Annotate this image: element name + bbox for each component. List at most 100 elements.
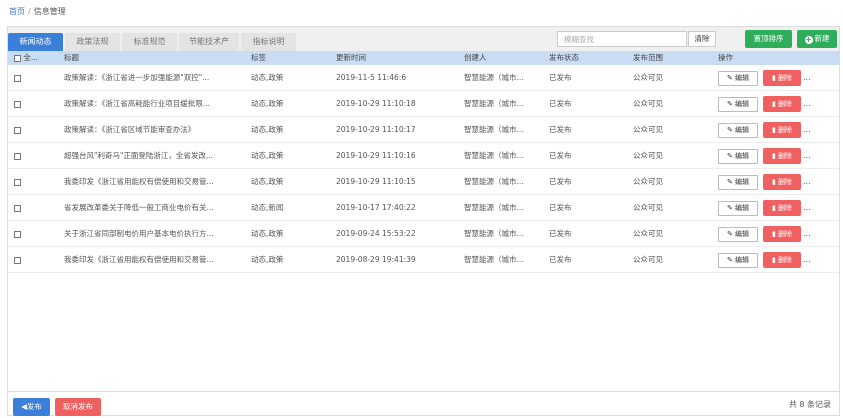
tab-policies[interactable]: 政策法规 bbox=[65, 33, 120, 51]
breadcrumb: 首页 / 信息管理 bbox=[9, 6, 66, 17]
delete-button[interactable]: ▮ 删除 bbox=[763, 252, 801, 268]
row-title[interactable]: 省发展改革委关于降低一般工商业电价有关... bbox=[64, 195, 246, 221]
delete-button-label: 删除 bbox=[778, 100, 793, 108]
delete-button-label: 删除 bbox=[778, 256, 793, 264]
more-actions-button[interactable]: ... bbox=[803, 117, 811, 143]
delete-button[interactable]: ▮ 删除 bbox=[763, 148, 801, 164]
pin-sort-button[interactable]: 置顶排序 bbox=[745, 30, 792, 48]
row-title[interactable]: 超强台风"利奇马"正面登陆浙江，全省发改... bbox=[64, 143, 246, 169]
tab-indicators[interactable]: 指标说明 bbox=[241, 33, 296, 51]
row-updated: 2019-10-29 11:10:16 bbox=[336, 151, 416, 160]
row-tags: 动态,政策 bbox=[251, 177, 284, 186]
edit-button[interactable]: ✎ 编辑 bbox=[718, 71, 758, 86]
row-updated: 2019-10-29 11:10:17 bbox=[336, 125, 416, 134]
row-checkbox[interactable] bbox=[14, 204, 21, 212]
row-creator: 智慧能源（城市... bbox=[464, 151, 524, 160]
new-button[interactable]: + 新建 bbox=[797, 30, 837, 48]
more-actions-button[interactable]: ... bbox=[803, 247, 811, 273]
row-title[interactable]: 关于浙江省同部制电价用户基本电价执行方... bbox=[64, 221, 246, 247]
select-all-checkbox[interactable] bbox=[14, 54, 21, 62]
row-updated: 2019-11-5 11:46:6 bbox=[336, 73, 407, 82]
row-checkbox[interactable] bbox=[14, 126, 21, 134]
row-checkbox[interactable] bbox=[14, 230, 21, 238]
unpublish-button[interactable]: 取消发布 bbox=[55, 398, 101, 416]
table-row[interactable]: 超强台风"利奇马"正面登陆浙江，全省发改... 动态,政策 2019-10-29 1… bbox=[8, 143, 839, 169]
row-status: 已发布 bbox=[549, 125, 572, 134]
more-actions-button[interactable]: ... bbox=[803, 221, 811, 247]
delete-button[interactable]: ▮ 删除 bbox=[763, 226, 801, 242]
edit-button[interactable]: ✎ 编辑 bbox=[718, 227, 758, 242]
trash-icon: ▮ bbox=[771, 152, 776, 160]
row-status: 已发布 bbox=[549, 151, 572, 160]
row-title[interactable]: 政策解读：《浙江省进一步加强能源"双控"... bbox=[64, 65, 246, 91]
edit-button[interactable]: ✎ 编辑 bbox=[718, 97, 758, 112]
total-records: 共 8 条记录 bbox=[788, 400, 831, 409]
edit-button[interactable]: ✎ 编辑 bbox=[718, 253, 758, 268]
table-row[interactable]: 省发展改革委关于降低一般工商业电价有关... 动态,新闻 2019-10-17 17… bbox=[8, 195, 839, 221]
table-row[interactable]: 我委印发《浙江省用能权有偿使用和交易管... 动态,政策 2019-10-29 11… bbox=[8, 169, 839, 195]
delete-button[interactable]: ▮ 删除 bbox=[763, 96, 801, 112]
edit-button[interactable]: ✎ 编辑 bbox=[718, 123, 758, 138]
row-checkbox[interactable] bbox=[14, 100, 21, 108]
header-title[interactable]: 标题 bbox=[64, 51, 79, 65]
delete-button[interactable]: ▮ 删除 bbox=[763, 174, 801, 190]
header-scope[interactable]: 发布范围 bbox=[633, 51, 663, 65]
row-select-cell bbox=[14, 65, 21, 91]
row-status: 已发布 bbox=[549, 73, 572, 82]
edit-button[interactable]: ✎ 编辑 bbox=[718, 149, 758, 164]
row-select-cell bbox=[14, 143, 21, 169]
edit-button[interactable]: ✎ 编辑 bbox=[718, 201, 758, 216]
delete-button[interactable]: ▮ 删除 bbox=[763, 122, 801, 138]
row-creator: 智慧能源（城市... bbox=[464, 229, 524, 238]
more-actions-button[interactable]: ... bbox=[803, 65, 811, 91]
new-button-label: 新建 bbox=[814, 34, 830, 43]
row-title[interactable]: 政策解读：《浙江省区域节能审查办法》 bbox=[64, 117, 246, 143]
row-scope: 公众可见 bbox=[633, 99, 663, 108]
search-input[interactable] bbox=[557, 31, 687, 47]
publish-button[interactable]: ◀发布 bbox=[13, 398, 50, 416]
table-row[interactable]: 政策解读：《浙江省进一步加强能源"双控"... 动态,政策 2019-11-5 11… bbox=[8, 65, 839, 91]
header-actions: 操作 bbox=[718, 53, 733, 62]
table-row[interactable]: 政策解读：《浙江省高耗能行业项目缓批限... 动态,政策 2019-10-29 11… bbox=[8, 91, 839, 117]
header-status[interactable]: 发布状态 bbox=[549, 51, 579, 65]
more-actions-button[interactable]: ... bbox=[803, 169, 811, 195]
row-title[interactable]: 我委印发《浙江省用能权有偿使用和交易管... bbox=[64, 247, 246, 273]
row-scope: 公众可见 bbox=[633, 73, 663, 82]
row-title[interactable]: 政策解读：《浙江省高耗能行业项目缓批限... bbox=[64, 91, 246, 117]
publish-button-label: 发布 bbox=[26, 402, 42, 411]
row-checkbox[interactable] bbox=[14, 178, 21, 186]
edit-icon: ✎ bbox=[726, 230, 733, 238]
select-all-cell: 全... bbox=[14, 51, 38, 65]
breadcrumb-home-link[interactable]: 首页 bbox=[9, 7, 25, 16]
row-tags: 动态,政策 bbox=[251, 99, 284, 108]
row-checkbox[interactable] bbox=[14, 152, 21, 160]
edit-button-label: 编辑 bbox=[735, 230, 750, 238]
header-creator[interactable]: 创建人 bbox=[464, 51, 487, 65]
trash-icon: ▮ bbox=[771, 230, 776, 238]
table-row[interactable]: 我委印发《浙江省用能权有偿使用和交易管... 动态,政策 2019-08-29 19… bbox=[8, 247, 839, 273]
tab-energy-tech[interactable]: 节能技术产 bbox=[179, 33, 239, 51]
row-checkbox[interactable] bbox=[14, 74, 21, 82]
table-row[interactable]: 政策解读：《浙江省区域节能审查办法》 动态,政策 2019-10-29 11:10:… bbox=[8, 117, 839, 143]
table-row[interactable]: 关于浙江省同部制电价用户基本电价执行方... 动态,政策 2019-09-24 15… bbox=[8, 221, 839, 247]
edit-button[interactable]: ✎ 编辑 bbox=[718, 175, 758, 190]
row-title[interactable]: 我委印发《浙江省用能权有偿使用和交易管... bbox=[64, 169, 246, 195]
row-tags: 动态,政策 bbox=[251, 229, 284, 238]
tab-standards[interactable]: 标准规范 bbox=[122, 33, 177, 51]
edit-icon: ✎ bbox=[726, 204, 733, 212]
header-updated[interactable]: 更新时间 bbox=[336, 51, 366, 65]
more-actions-button[interactable]: ... bbox=[803, 143, 811, 169]
more-actions-button[interactable]: ... bbox=[803, 91, 811, 117]
row-checkbox[interactable] bbox=[14, 256, 21, 264]
row-status: 已发布 bbox=[549, 99, 572, 108]
delete-button[interactable]: ▮ 删除 bbox=[763, 200, 801, 216]
trash-icon: ▮ bbox=[771, 100, 776, 108]
edit-icon: ✎ bbox=[726, 74, 733, 82]
delete-button[interactable]: ▮ 删除 bbox=[763, 70, 801, 86]
header-tags[interactable]: 标签 bbox=[251, 51, 266, 65]
select-all-label: 全... bbox=[23, 53, 39, 62]
more-actions-button[interactable]: ... bbox=[803, 195, 811, 221]
tab-news[interactable]: 新闻动态 bbox=[8, 33, 63, 51]
delete-button-label: 删除 bbox=[778, 178, 793, 186]
clear-button[interactable]: 清除 bbox=[688, 31, 716, 47]
